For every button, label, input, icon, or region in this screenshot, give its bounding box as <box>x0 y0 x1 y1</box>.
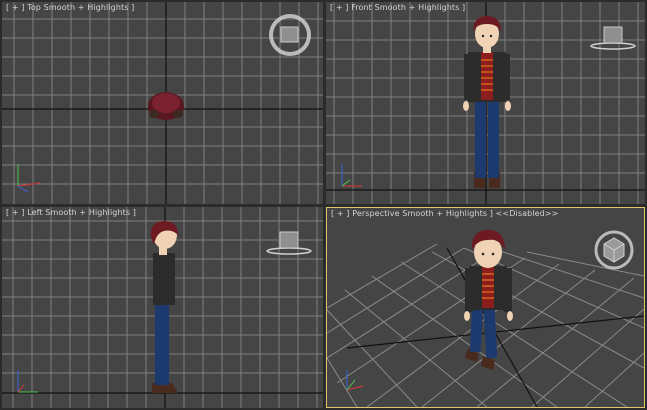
viewcube-icon[interactable] <box>269 14 311 56</box>
viewport-perspective[interactable]: [ + ] Perspective Smooth + Highlights ] … <box>326 207 645 408</box>
viewport-shading-mode[interactable]: Smooth + Highlights ] <box>44 3 135 12</box>
viewport-shading-mode[interactable]: Smooth + Highlights ] <<Disabled>> <box>402 209 558 218</box>
grid-perspective <box>327 230 644 407</box>
viewport-label-perspective: [ + ] Perspective Smooth + Highlights ] … <box>331 209 558 218</box>
viewport-view-name[interactable]: Top <box>27 3 41 12</box>
grid-left <box>2 207 323 408</box>
viewcube-icon[interactable] <box>594 230 634 270</box>
viewport-shading-mode[interactable]: Smooth + Highlights ] <box>375 3 466 12</box>
grid-front <box>326 2 645 204</box>
axis-gizmo-icon <box>341 164 362 187</box>
viewport-left[interactable]: [ + ] Left Smooth + Highlights ] <box>2 207 323 408</box>
viewport-label-front: [ + ] Front Smooth + Highlights ] <box>330 3 465 12</box>
viewport-view-name[interactable]: Front <box>351 3 372 12</box>
character-front-view[interactable] <box>463 16 511 188</box>
viewport-shading-mode[interactable]: Smooth + Highlights ] <box>45 208 136 217</box>
viewport-label-top: [ + ] Top Smooth + Highlights ] <box>6 3 134 12</box>
viewport-menu-plus[interactable]: [ + ] <box>331 209 350 218</box>
grid-top <box>2 2 323 204</box>
viewport-view-name[interactable]: Perspective <box>352 209 399 218</box>
viewport-menu-plus[interactable]: [ + ] <box>330 3 349 12</box>
character-top-view[interactable] <box>148 92 184 120</box>
character-left-view[interactable] <box>150 221 178 393</box>
viewport-menu-plus[interactable]: [ + ] <box>6 208 25 217</box>
viewcube-icon[interactable] <box>590 26 636 50</box>
axis-gizmo-icon <box>346 370 364 391</box>
viewcube-icon[interactable] <box>266 231 312 255</box>
axis-gizmo-icon <box>17 164 41 193</box>
viewport-label-left: [ + ] Left Smooth + Highlights ] <box>6 208 136 217</box>
viewport-front[interactable]: [ + ] Front Smooth + Highlights ] <box>326 2 645 204</box>
viewport-menu-plus[interactable]: [ + ] <box>6 3 25 12</box>
viewport-view-name[interactable]: Left <box>27 208 42 217</box>
viewport-top[interactable]: [ + ] Top Smooth + Highlights ] <box>2 2 323 204</box>
